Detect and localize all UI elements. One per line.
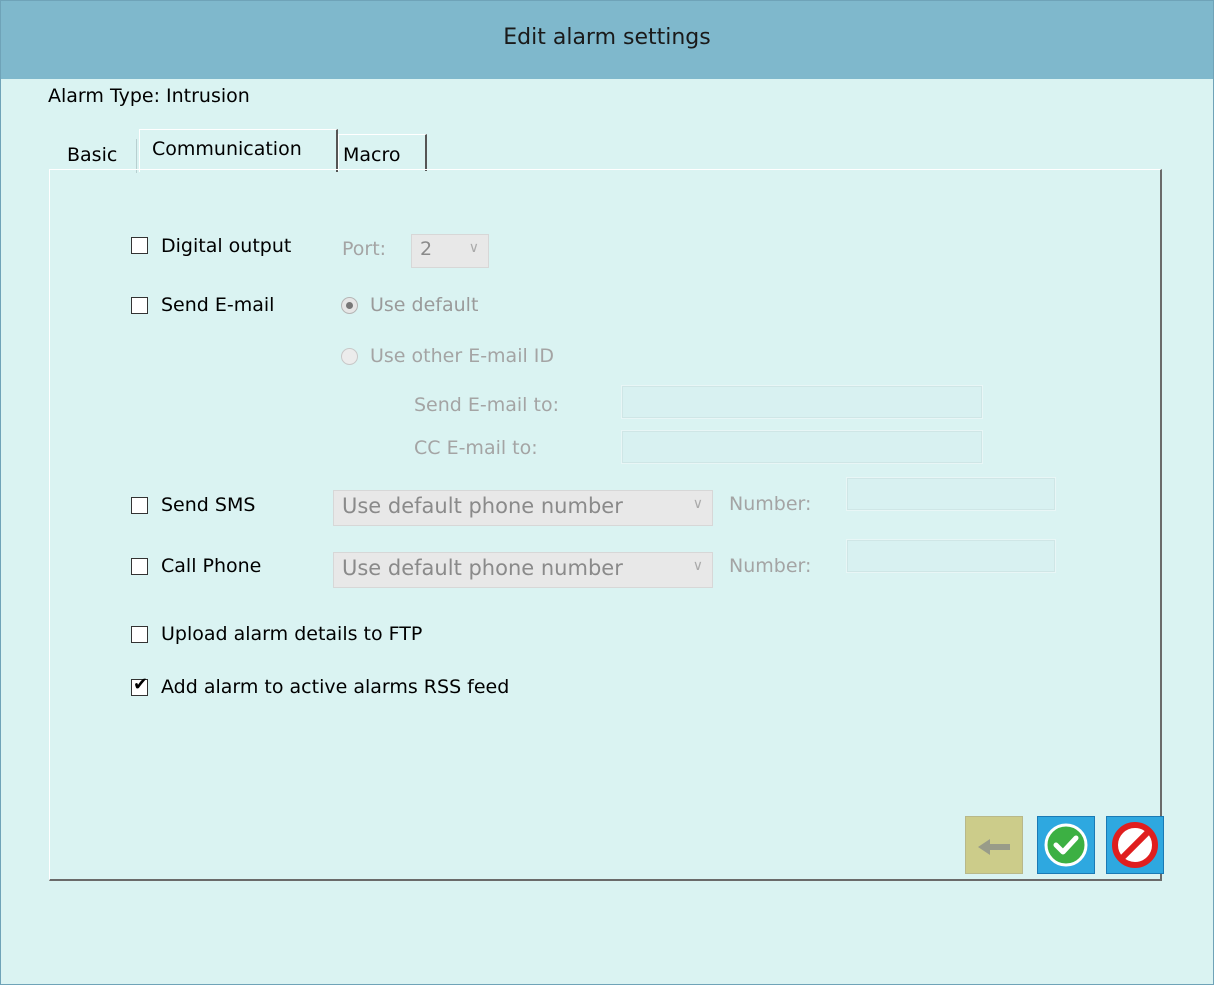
checkmark-icon: ✔ <box>133 674 149 695</box>
port-label: Port: <box>342 238 387 260</box>
chevron-down-icon: ∨ <box>468 240 479 256</box>
sms-phone-select-value: Use default phone number <box>342 494 623 518</box>
dialog-title: Edit alarm settings <box>503 25 711 50</box>
tab-macro[interactable]: Macro <box>338 134 427 171</box>
call-number-input[interactable] <box>846 539 1056 573</box>
call-phone-select[interactable]: Use default phone number ∨ <box>333 552 713 588</box>
add-rss-label: Add alarm to active alarms RSS feed <box>161 676 510 698</box>
upload-ftp-checkbox[interactable] <box>131 626 148 643</box>
call-phone-checkbox[interactable] <box>131 558 148 575</box>
tab-basic[interactable]: Basic <box>58 139 137 173</box>
sms-phone-select[interactable]: Use default phone number ∨ <box>333 490 713 526</box>
chevron-down-icon: ∨ <box>692 558 703 574</box>
call-number-label: Number: <box>729 555 812 577</box>
tab-communication[interactable]: Communication <box>139 129 338 172</box>
checkmark-icon <box>1044 823 1088 867</box>
back-button[interactable] <box>965 816 1023 874</box>
use-other-email-radio[interactable] <box>341 348 358 365</box>
tab-basic-label: Basic <box>67 144 118 166</box>
no-entry-icon <box>1112 822 1158 868</box>
send-email-checkbox[interactable] <box>131 297 148 314</box>
add-rss-checkbox[interactable]: ✔ <box>131 675 148 696</box>
digital-output-label: Digital output <box>161 235 292 257</box>
use-default-label: Use default <box>370 294 479 316</box>
tab-communication-label: Communication <box>152 138 302 160</box>
cc-email-to-input[interactable] <box>621 430 983 464</box>
send-sms-label: Send SMS <box>161 494 256 516</box>
sms-number-input[interactable] <box>846 477 1056 511</box>
cc-email-to-label: CC E-mail to: <box>414 437 538 459</box>
dialog-window: Edit alarm settings Alarm Type: Intrusio… <box>0 0 1214 985</box>
send-email-label: Send E-mail <box>161 294 275 316</box>
use-other-email-label: Use other E-mail ID <box>370 345 555 367</box>
call-phone-label: Call Phone <box>161 555 262 577</box>
call-phone-select-value: Use default phone number <box>342 556 623 580</box>
title-bar[interactable]: Edit alarm settings <box>1 1 1213 79</box>
port-select[interactable]: 2 ∨ <box>411 234 489 268</box>
port-select-value: 2 <box>420 238 433 260</box>
alarm-type-label: Alarm Type: Intrusion <box>48 85 250 107</box>
digital-output-checkbox[interactable] <box>131 237 148 254</box>
tab-macro-label: Macro <box>343 144 401 166</box>
use-default-radio[interactable] <box>341 297 358 314</box>
send-sms-checkbox[interactable] <box>131 497 148 514</box>
upload-ftp-label: Upload alarm details to FTP <box>161 623 423 645</box>
cancel-button[interactable] <box>1106 816 1164 874</box>
sms-number-label: Number: <box>729 493 812 515</box>
send-email-to-label: Send E-mail to: <box>414 394 559 416</box>
chevron-down-icon: ∨ <box>692 496 703 512</box>
send-email-to-input[interactable] <box>621 385 983 419</box>
arrow-left-icon <box>978 839 1010 855</box>
ok-button[interactable] <box>1037 816 1095 874</box>
